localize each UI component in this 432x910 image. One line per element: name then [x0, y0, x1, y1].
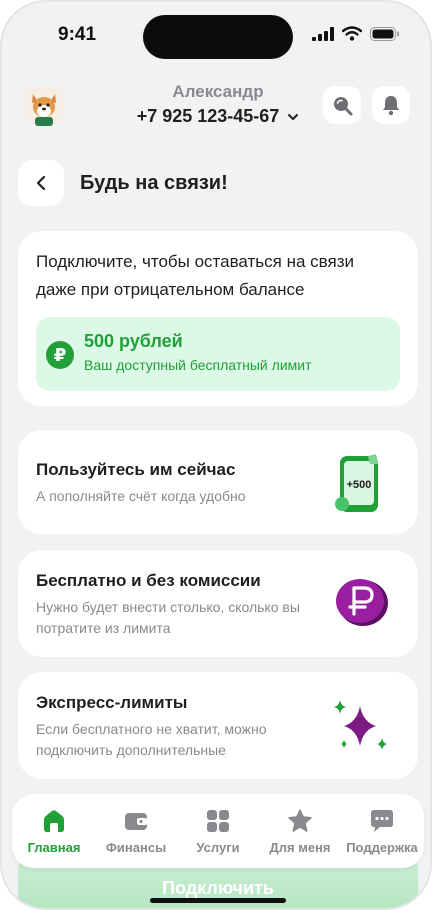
chat-icon: [371, 810, 393, 832]
home-icon: [44, 810, 64, 832]
grid-icon: [207, 810, 229, 832]
star-icon: [288, 809, 312, 832]
chevron-left-icon: [36, 175, 46, 191]
feature-description: А пополняйте счёт когда удобно: [36, 488, 246, 504]
chevron-down-icon: [288, 113, 299, 120]
tab-home[interactable]: Главная: [14, 794, 94, 868]
ruble-coin-icon: [334, 576, 390, 633]
account-switcher[interactable]: +7 925 123-45-67: [2, 106, 430, 127]
search-icon: [334, 97, 353, 116]
topup-amount: +500: [347, 479, 372, 491]
tab-bar: Главная Финансы Услуги Для меня Поддержк…: [12, 794, 424, 868]
intro-card: Подключите, чтобы оставаться на связи да…: [18, 231, 418, 406]
feature-title: Экспресс-лимиты: [36, 693, 188, 712]
phone-screen: 9:41 Александр +7 925 123-45-67 Будь на …: [0, 0, 432, 910]
notifications-button[interactable]: [372, 86, 410, 124]
wifi-icon: [342, 26, 362, 41]
back-button[interactable]: [18, 160, 64, 206]
feature-card: Бесплатно и без комиссии Нужно будет вне…: [18, 550, 418, 657]
tab-label: Главная: [27, 840, 81, 855]
status-time: 9:41: [58, 24, 97, 45]
tab-label: Услуги: [196, 840, 240, 855]
sparkle-icon: [330, 698, 390, 761]
phone-topup-icon: +500: [332, 452, 390, 519]
tab-label: Для меня: [269, 840, 331, 855]
free-limit-box: ₽ 500 рублей Ваш доступный бесплатный ли…: [36, 317, 400, 391]
signal-icon: [312, 26, 334, 41]
tab-support[interactable]: Поддержка: [342, 794, 422, 868]
intro-text: Подключите, чтобы оставаться на связи да…: [36, 252, 354, 299]
tab-label: Поддержка: [346, 840, 418, 855]
ruble-icon: ₽: [46, 341, 74, 369]
limit-amount: 500 рублей: [84, 331, 183, 351]
bell-icon: [383, 96, 399, 116]
tab-services[interactable]: Услуги: [178, 794, 258, 868]
feature-card: Экспресс-лимиты Если бесплатного не хват…: [18, 672, 418, 779]
wallet-icon: [125, 813, 147, 830]
status-icons: [312, 26, 400, 41]
tab-for-me[interactable]: Для меня: [260, 794, 340, 868]
feature-description: Нужно будет внести столько, сколько вы п…: [36, 599, 300, 636]
feature-title: Бесплатно и без комиссии: [36, 571, 261, 590]
tab-label: Финансы: [105, 840, 167, 855]
page-title: Будь на связи!: [80, 172, 228, 194]
battery-icon: [370, 26, 399, 41]
home-indicator: [150, 898, 286, 903]
user-name: Александр: [172, 82, 264, 101]
feature-card: Пользуйтесь им сейчас А пополняйте счёт …: [18, 430, 418, 534]
search-button[interactable]: [323, 86, 361, 124]
feature-title: Пользуйтесь им сейчас: [36, 460, 236, 479]
user-phone: +7 925 123-45-67: [136, 106, 280, 126]
tab-finance[interactable]: Финансы: [96, 794, 176, 868]
dynamic-island: [143, 15, 293, 59]
feature-description: Если бесплатного не хватит, можно подклю…: [36, 721, 267, 758]
limit-description: Ваш доступный бесплатный лимит: [84, 357, 312, 373]
